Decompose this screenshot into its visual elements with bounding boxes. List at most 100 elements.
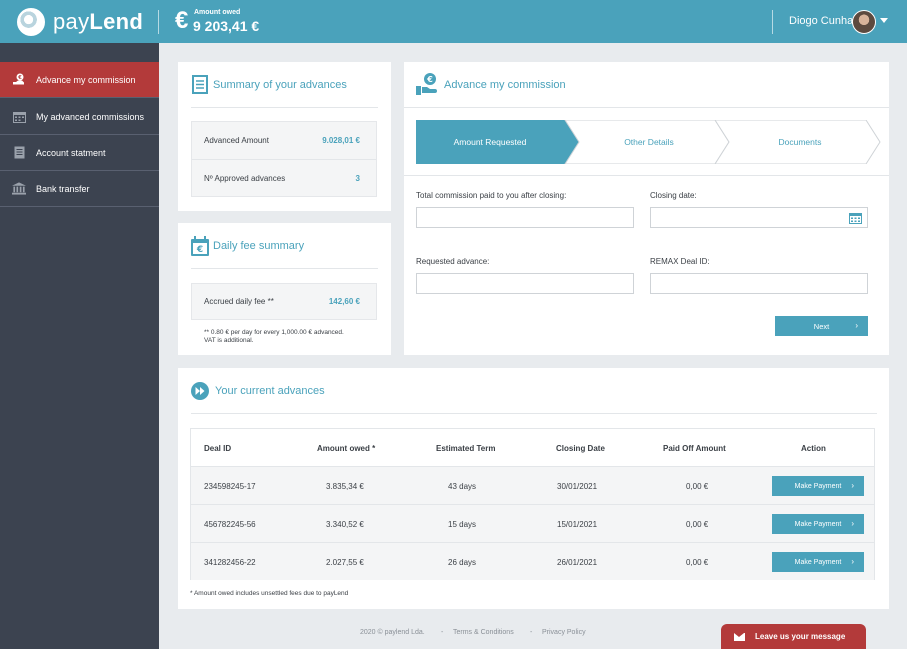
daily-fee-box: Accrued daily fee ** 142,60 €	[191, 283, 377, 320]
sidebar-item-label: Bank transfer	[36, 183, 90, 194]
step-amount-requested[interactable]: Amount Requested	[416, 120, 564, 164]
envelope-icon	[734, 632, 745, 641]
table-row: 456782245-56 3.340,52 € 15 days 15/01/20…	[191, 504, 874, 542]
document-icon	[12, 146, 26, 159]
paylend-logo[interactable]: payLend	[17, 8, 143, 36]
make-payment-label: Make Payment	[794, 558, 842, 566]
summary-label: Advanced Amount	[204, 136, 269, 145]
amount-owed-label: Amount owed	[194, 9, 241, 16]
bank-icon	[12, 182, 26, 195]
daily-fee-value: 142,60 €	[328, 297, 360, 306]
table-row: 341282456-22 2.027,55 € 26 days 26/01/20…	[191, 542, 874, 580]
user-menu-caret-icon[interactable]	[880, 18, 888, 23]
summary-document-icon	[192, 75, 208, 99]
sidebar-item-account-statment[interactable]: Account statment	[0, 135, 159, 171]
cell-estimated-term: 43 days	[448, 481, 477, 491]
make-payment-button[interactable]: Make Payment ›	[772, 552, 864, 572]
calendar-picker-icon[interactable]	[849, 211, 862, 229]
cell-deal-id: 341282456-22	[204, 557, 256, 567]
cell-closing-date: 26/01/2021	[557, 557, 598, 567]
stepper-divider	[404, 175, 889, 176]
next-button[interactable]: Next ›	[775, 316, 868, 336]
col-estimated-term: Estimated Term	[436, 443, 496, 453]
summary-row-advanced-amount: Advanced Amount 9.028,01 €	[192, 122, 376, 159]
make-payment-button[interactable]: Make Payment ›	[772, 514, 864, 534]
hand-euro-icon: €	[12, 73, 26, 86]
chevron-right-icon: ›	[851, 519, 854, 528]
current-advances-title: Your current advances	[215, 385, 325, 397]
footer-privacy-link[interactable]: Privacy Policy	[542, 629, 586, 636]
cell-amount-owed: 3.340,52 €	[326, 519, 364, 529]
leave-message-label: Leave us your message	[755, 632, 846, 641]
amount-owed-footnote: * Amount owed includes unsettled fees du…	[190, 590, 349, 597]
user-name[interactable]: Diogo Cunha	[789, 15, 853, 27]
summary-label: Nº Approved advances	[204, 174, 286, 183]
cell-deal-id: 456782245-56	[204, 519, 256, 529]
col-paid-off-amount: Paid Off Amount	[663, 443, 726, 453]
requested-advance-field[interactable]	[416, 273, 634, 294]
avatar[interactable]	[852, 10, 876, 34]
closing-date-label: Closing date:	[650, 191, 697, 200]
step-documents[interactable]: Documents	[725, 120, 875, 164]
requested-advance-label: Requested advance:	[416, 257, 490, 266]
cell-deal-id: 234598245-17	[204, 481, 256, 491]
svg-text:€: €	[196, 245, 203, 255]
col-action: Action	[801, 443, 826, 453]
summary-value: 3	[355, 174, 360, 183]
daily-fee-divider	[191, 268, 378, 269]
header-divider	[158, 10, 159, 34]
remax-deal-id-field[interactable]	[650, 273, 868, 294]
daily-fee-note-line2: VAT is additional.	[204, 337, 254, 344]
sidebar-item-advanced-commissions[interactable]: My advanced commissions	[0, 99, 159, 135]
sidebar-item-advance-commission[interactable]: € Advance my commission	[0, 62, 159, 98]
euro-icon: €	[175, 7, 189, 34]
step-other-details[interactable]: Other Details	[575, 120, 723, 164]
cell-paid-off-amount: 0,00 €	[686, 519, 709, 529]
leave-message-button[interactable]: Leave us your message	[721, 624, 866, 649]
svg-text:€: €	[17, 75, 22, 81]
summary-value: 9.028,01 €	[322, 136, 360, 145]
amount-owed-value: 9 203,41 €	[193, 18, 260, 34]
calendar-euro-icon: €	[191, 236, 209, 261]
sidebar-item-bank-transfer[interactable]: Bank transfer	[0, 171, 159, 207]
col-amount-owed: Amount owed *	[317, 443, 376, 453]
cell-estimated-term: 26 days	[448, 557, 477, 567]
daily-fee-label: Accrued daily fee **	[204, 297, 274, 306]
chevron-right-icon: ›	[851, 481, 854, 490]
header-divider-right	[772, 10, 773, 34]
summary-row-approved-advances: Nº Approved advances 3	[192, 160, 376, 197]
logo-mark-icon	[17, 8, 45, 36]
table-row: 234598245-17 3.835,34 € 43 days 30/01/20…	[191, 466, 874, 504]
cell-closing-date: 15/01/2021	[557, 519, 598, 529]
cell-paid-off-amount: 0,00 €	[686, 481, 709, 491]
cell-estimated-term: 15 days	[448, 519, 477, 529]
current-advances-divider	[191, 413, 877, 414]
cell-amount-owed: 2.027,55 €	[326, 557, 364, 567]
cell-amount-owed: 3.835,34 €	[326, 481, 364, 491]
make-payment-label: Make Payment	[794, 520, 842, 528]
summary-title: Summary of your advances	[213, 79, 347, 91]
footer-terms-link[interactable]: Terms & Conditions	[453, 629, 514, 636]
total-commission-field[interactable]	[416, 207, 634, 228]
sidebar-item-label: Advance my commission	[36, 74, 136, 85]
col-deal-id: Deal ID	[204, 443, 232, 453]
make-payment-button[interactable]: Make Payment ›	[772, 476, 864, 496]
footer-copyright: 2020 © paylend Lda.	[360, 629, 425, 636]
advance-divider	[404, 107, 889, 108]
calendar-icon	[12, 111, 26, 123]
next-button-label: Next	[813, 321, 830, 331]
top-bar: payLend € Amount owed 9 203,41 € Diogo C…	[0, 0, 907, 43]
col-closing-date: Closing Date	[556, 443, 605, 453]
make-payment-label: Make Payment	[794, 482, 842, 490]
chevron-right-icon: ›	[851, 557, 854, 566]
footer-separator: -	[530, 629, 533, 636]
summary-divider	[191, 107, 378, 108]
remax-deal-id-label: REMAX Deal ID:	[650, 257, 710, 266]
advance-commission-title: Advance my commission	[444, 79, 566, 91]
sidebar: € Advance my commission My advanced comm…	[0, 43, 159, 649]
hand-euro-icon: €	[416, 72, 438, 101]
logo-text: payLend	[53, 9, 144, 34]
closing-date-field[interactable]	[650, 207, 868, 228]
fast-forward-icon	[191, 382, 209, 405]
daily-fee-note: ** 0.80 € per day for every 1,000.00 € a…	[204, 329, 384, 345]
